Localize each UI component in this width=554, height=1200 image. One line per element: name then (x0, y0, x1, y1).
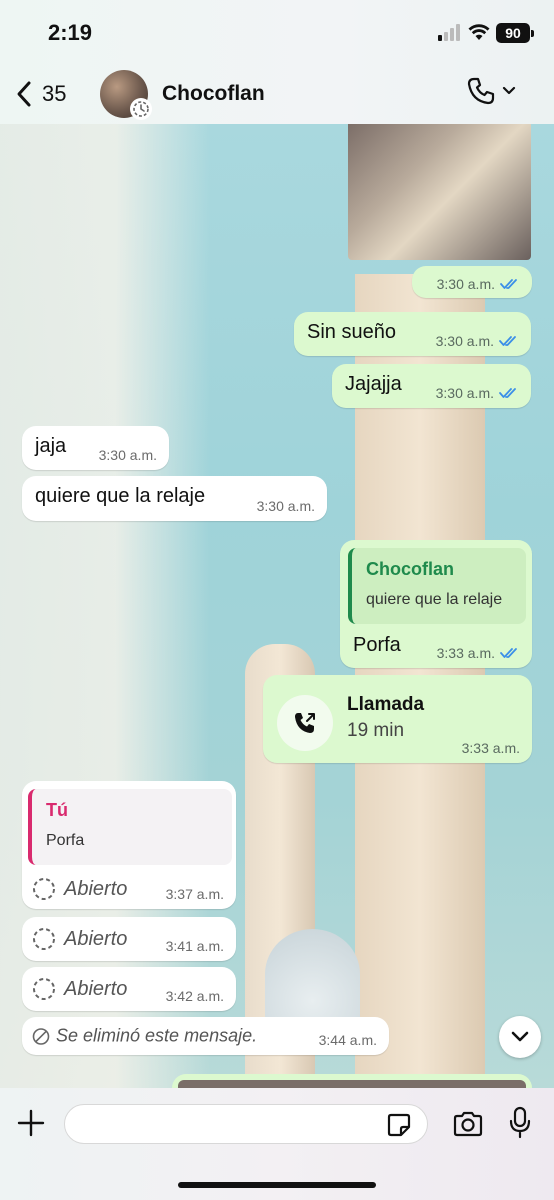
wifi-icon (468, 24, 490, 40)
message-time: 3:30 a.m. (436, 276, 495, 292)
read-ticks-icon (499, 388, 516, 398)
deleted-status: Se eliminó este mensaje. (32, 1026, 257, 1047)
message-text: Sin sueño (307, 321, 396, 343)
deleted-label: Se eliminó este mensaje. (56, 1025, 258, 1046)
message-time: 3:44 a.m. (318, 1032, 377, 1048)
quoted-message[interactable]: Chocoflan quiere que la relaje (348, 548, 526, 624)
message-input[interactable] (64, 1104, 428, 1144)
message-out[interactable]: Sin sueño 3:30 a.m. (294, 312, 531, 356)
view-once-status: Abierto (32, 877, 127, 901)
message-time: 3:37 a.m. (165, 886, 224, 902)
quote-author: Chocoflan (366, 559, 454, 579)
message-time: 3:42 a.m. (165, 988, 224, 1004)
message-text: Porfa (353, 634, 401, 656)
sticker-icon[interactable] (386, 1112, 412, 1138)
quote-text: Porfa (46, 832, 85, 849)
status-ring-icon (130, 98, 152, 120)
view-once-status: Abierto (32, 977, 127, 1001)
deleted-message[interactable]: Se eliminó este mensaje. 3:44 a.m. (22, 1017, 389, 1055)
view-once-label: Abierto (64, 877, 128, 900)
chevron-down-icon (511, 1031, 529, 1042)
back-chevron-icon (17, 81, 31, 107)
message-text: jaja (35, 435, 67, 457)
photo-timestamp-bubble: 3:30 a.m. (412, 266, 532, 298)
back-button[interactable]: 35 (14, 78, 66, 110)
message-time: 3:30 a.m. (98, 447, 157, 463)
reply-message-out[interactable]: Chocoflan quiere que la relaje Porfa 3:3… (340, 540, 532, 668)
message-time: 3:33 a.m. (436, 645, 495, 661)
message-in[interactable]: jaja 3:30 a.m. (22, 426, 169, 470)
read-ticks-icon (500, 279, 517, 289)
message-time: 3:30 a.m. (256, 498, 315, 514)
message-time: 3:30 a.m. (435, 333, 494, 349)
read-ticks-icon (499, 336, 516, 346)
view-once-message[interactable]: Abierto 3:42 a.m. (22, 967, 236, 1011)
message-out[interactable]: Jajajja 3:30 a.m. (332, 364, 531, 408)
quote-text: quiere que la relaje (366, 591, 503, 608)
scroll-to-bottom-button[interactable] (499, 1016, 541, 1058)
message-time: 3:33 a.m. (461, 740, 520, 756)
wallpaper-dome (265, 929, 360, 1019)
deleted-icon (32, 1027, 50, 1045)
top-bar: 2:19 90 35 Chocoflan (0, 0, 554, 124)
quote-author: Tú (46, 800, 68, 820)
view-once-label: Abierto (64, 977, 128, 1000)
message-text: Jajajja (345, 373, 402, 395)
phone-icon (467, 77, 495, 105)
reply-message-in[interactable]: Tú Porfa Abierto 3:37 a.m. (22, 781, 236, 909)
camera-icon[interactable] (452, 1110, 484, 1138)
message-in[interactable]: quiere que la relaje 3:30 a.m. (22, 476, 327, 521)
contact-avatar[interactable] (100, 70, 152, 120)
message-time: 3:41 a.m. (165, 938, 224, 954)
photo-message[interactable] (348, 124, 531, 260)
message-time: 3:30 a.m. (435, 385, 494, 401)
plus-icon[interactable] (16, 1108, 46, 1138)
quoted-message[interactable]: Tú Porfa (28, 789, 232, 865)
mic-icon[interactable] (508, 1106, 532, 1140)
call-button[interactable] (466, 76, 516, 106)
call-duration: 19 min (347, 720, 405, 741)
view-once-status: Abierto (32, 927, 127, 951)
view-once-icon (33, 978, 55, 1000)
chat-area[interactable]: 3:30 a.m. Sin sueño 3:30 a.m. Jajajja 3:… (0, 124, 554, 1088)
view-once-icon (33, 878, 55, 900)
call-outgoing-icon (277, 695, 333, 751)
call-message[interactable]: Llamada 19 min 3:33 a.m. (263, 675, 532, 763)
view-once-message[interactable]: Abierto 3:41 a.m. (22, 917, 236, 961)
read-ticks-icon (500, 648, 517, 658)
unread-count: 35 (42, 81, 67, 106)
contact-name[interactable]: Chocoflan (162, 82, 265, 106)
message-text: quiere que la relaje (35, 485, 206, 507)
view-once-label: Abierto (64, 927, 128, 950)
status-time: 2:19 (48, 20, 93, 45)
home-indicator (178, 1182, 376, 1188)
signal-icon (438, 24, 460, 41)
call-title: Llamada (347, 694, 425, 715)
battery-indicator: 90 (496, 23, 534, 43)
chevron-down-icon (502, 86, 516, 95)
view-once-icon (33, 928, 55, 950)
